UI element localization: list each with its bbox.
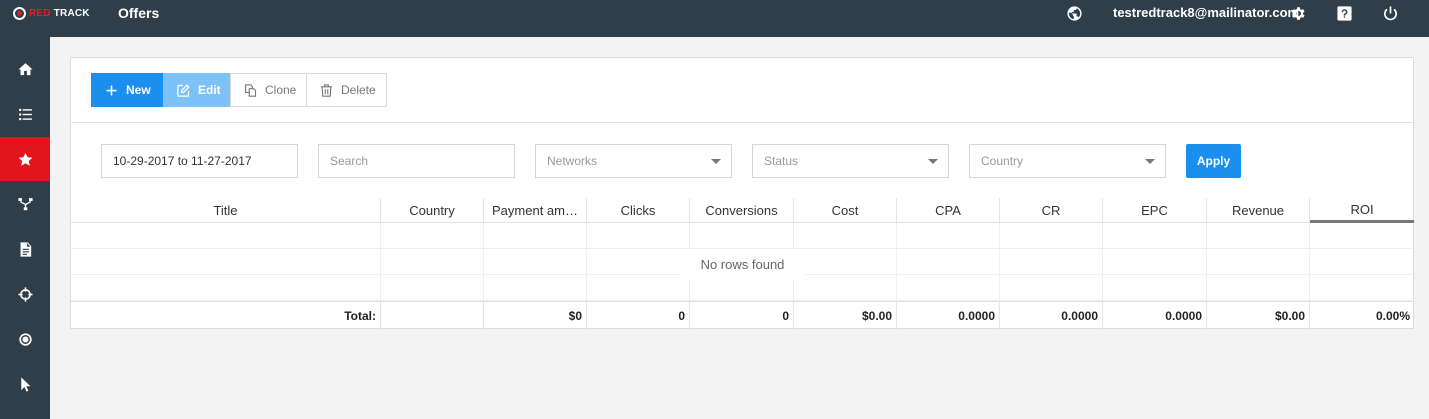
trash-icon [319, 83, 334, 98]
totals-roi: 0.00% [1375, 309, 1410, 323]
sidebar-item-reports[interactable] [0, 227, 50, 271]
help-icon[interactable] [1336, 5, 1353, 22]
status-select[interactable]: Status [752, 144, 949, 178]
globe-icon[interactable] [1066, 5, 1083, 22]
toolbar: New Edit Clone Delete [71, 58, 1413, 123]
edit-icon [176, 83, 191, 98]
funnel-icon [17, 196, 34, 213]
column-header-revenue[interactable]: Revenue [1207, 198, 1310, 223]
edit-button[interactable]: Edit [163, 73, 230, 107]
column-header-cr[interactable]: CR [1000, 198, 1103, 223]
date-range-value: 10-29-2017 to 11-27-2017 [113, 154, 252, 168]
logo-text-white: TRACK [53, 7, 90, 19]
sidebar-item-clicks[interactable] [0, 362, 50, 406]
sidebar-item-conversions[interactable] [0, 317, 50, 361]
sidebar-item-list[interactable] [0, 92, 50, 136]
totals-cost: $0.00 [794, 302, 897, 330]
column-header-title[interactable]: Title [71, 198, 381, 223]
status-placeholder: Status [764, 154, 799, 168]
totals-country [381, 302, 484, 330]
gear-icon[interactable] [1290, 5, 1307, 22]
sidebar-item-home[interactable] [0, 47, 50, 91]
search-placeholder: Search [330, 154, 369, 168]
totals-row: Total: $0 0 0 $0.00 0.0000 0.0000 0.0000… [71, 301, 1414, 330]
totals-payment: $0 [484, 302, 587, 330]
totals-label: Total: [71, 302, 381, 330]
totals-conversions: 0 [690, 302, 794, 330]
totals-cpa: 0.0000 [897, 302, 1000, 330]
country-select[interactable]: Country [969, 144, 1166, 178]
clone-button-label: Clone [265, 83, 297, 97]
filter-bar: 10-29-2017 to 11-27-2017 Search Networks… [71, 123, 1413, 198]
networks-placeholder: Networks [547, 154, 598, 168]
networks-select[interactable]: Networks [535, 144, 732, 178]
chevron-down-icon [1145, 159, 1155, 164]
column-header-payment[interactable]: Payment am… [484, 198, 587, 223]
column-header-conversions[interactable]: Conversions [690, 198, 794, 223]
home-icon [17, 61, 34, 78]
totals-epc: 0.0000 [1103, 302, 1207, 330]
top-bar: RED TRACK Offers testredtrack8@mailinato… [0, 0, 1429, 37]
page-title: Offers [118, 5, 160, 21]
star-icon [17, 151, 34, 168]
crosshair-icon [17, 286, 34, 303]
logo-text-red: RED [29, 7, 51, 19]
column-header-cpa[interactable]: CPA [897, 198, 1000, 223]
user-email[interactable]: testredtrack8@mailinator.com [1113, 5, 1299, 20]
clone-button[interactable]: Clone [230, 73, 307, 107]
new-button-label: New [126, 83, 151, 97]
date-range-picker[interactable]: 10-29-2017 to 11-27-2017 [101, 144, 298, 178]
apply-button[interactable]: Apply [1186, 144, 1241, 178]
edit-button-label: Edit [198, 83, 221, 97]
sidebar-item-funnels[interactable] [0, 182, 50, 226]
cursor-icon [17, 376, 34, 393]
empty-row [71, 223, 1414, 249]
delete-button-label: Delete [341, 83, 376, 97]
chevron-down-icon [928, 159, 938, 164]
chevron-down-icon [711, 159, 721, 164]
plus-icon [104, 83, 119, 98]
sidebar [0, 37, 50, 419]
country-placeholder: Country [981, 154, 1024, 168]
power-icon[interactable] [1382, 5, 1399, 22]
column-header-cost[interactable]: Cost [794, 198, 897, 223]
totals-clicks: 0 [587, 302, 690, 330]
column-header-clicks[interactable]: Clicks [587, 198, 690, 223]
clone-icon [243, 83, 258, 98]
delete-button[interactable]: Delete [307, 73, 387, 107]
sidebar-item-targeting[interactable] [0, 272, 50, 316]
totals-cr: 0.0000 [1000, 302, 1103, 330]
new-button[interactable]: New [91, 73, 163, 107]
logo-mark-icon [13, 6, 26, 20]
target-icon [17, 331, 34, 348]
column-header-epc[interactable]: EPC [1103, 198, 1207, 223]
brand-logo[interactable]: RED TRACK [13, 5, 90, 21]
column-header-roi[interactable]: ROI [1310, 198, 1414, 223]
no-rows-message: No rows found [680, 249, 805, 279]
search-input[interactable]: Search [318, 144, 515, 178]
offers-panel: New Edit Clone Delete 10-29-2017 to 11-2… [70, 57, 1414, 330]
list-icon [17, 106, 34, 123]
column-header-country[interactable]: Country [381, 198, 484, 223]
totals-revenue: $0.00 [1207, 302, 1310, 330]
table-body: No rows found [71, 223, 1414, 301]
table-header-row: Title Country Payment am… Clicks Convers… [71, 198, 1414, 223]
document-icon [17, 241, 34, 258]
offers-table: Title Country Payment am… Clicks Convers… [71, 198, 1414, 330]
sidebar-item-offers[interactable] [0, 137, 50, 181]
